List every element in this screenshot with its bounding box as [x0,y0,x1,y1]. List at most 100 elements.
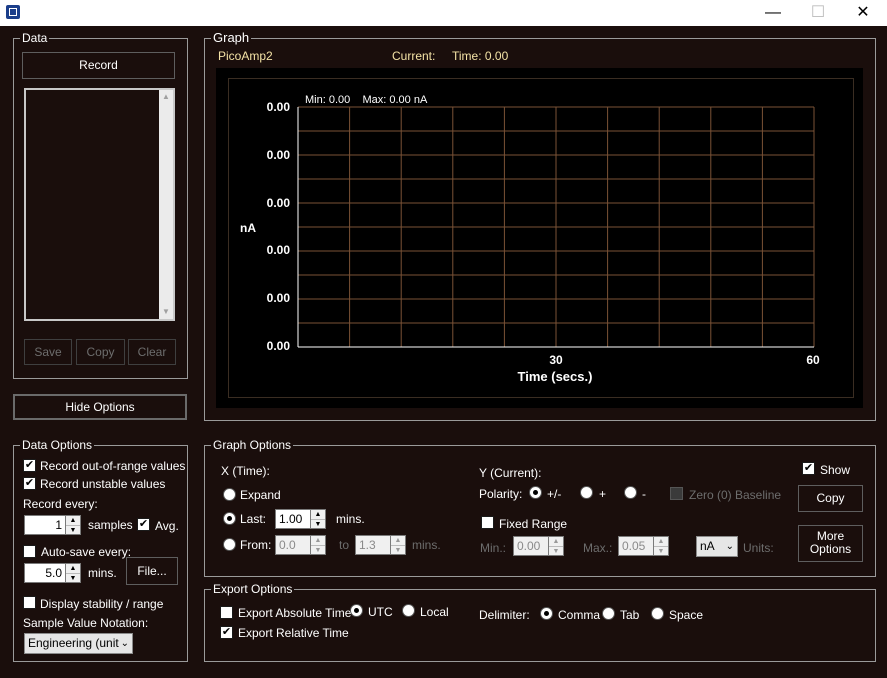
from-label: From: [240,538,272,552]
delimiter-space-radio[interactable] [651,607,664,620]
up-arrow-icon[interactable]: ▲ [311,510,325,519]
delimiter-comma-label: Comma [558,608,601,622]
export-options-title: Export Options [211,582,295,596]
graph-copy-button[interactable]: Copy [798,485,863,512]
graph-options-title: Graph Options [211,438,294,452]
notation-label: Sample Value Notation: [23,616,149,630]
from-mins-label: mins. [412,538,441,552]
export-absolute-label: Export Absolute Time [238,606,352,620]
record-every-input[interactable]: 1 [24,515,66,535]
down-arrow-icon[interactable]: ▼ [311,545,325,554]
polarity-both-label: +/- [547,487,562,501]
stability-checkbox[interactable] [23,596,36,609]
autosave-checkbox[interactable] [23,545,36,558]
local-label: Local [420,605,449,619]
down-arrow-icon[interactable]: ▼ [391,545,405,554]
data-options-title: Data Options [20,438,95,452]
units-select[interactable]: nA ⌄ [696,536,738,557]
zero-baseline-checkbox[interactable] [670,487,683,500]
autosave-input[interactable]: 5.0 [24,563,66,583]
polarity-positive-radio[interactable] [580,486,593,499]
max-stepper[interactable]: ▲ ▼ [653,536,669,556]
last-stepper[interactable]: ▲ ▼ [310,509,326,529]
fixed-range-label: Fixed Range [499,517,568,531]
last-input[interactable]: 1.00 [275,509,311,529]
last-label: Last: [240,512,267,526]
min-input[interactable]: 0.00 [513,536,549,556]
autosave-label: Auto-save every: [41,545,132,559]
polarity-negative-label: - [642,487,646,501]
units-label: Units: [743,541,774,555]
unstable-label: Record unstable values [40,477,166,491]
down-arrow-icon[interactable]: ▼ [549,546,563,555]
to-stepper[interactable]: ▲ ▼ [390,535,406,555]
expand-label: Expand [240,488,281,502]
max-label: Max.: [583,541,613,555]
utc-label: UTC [368,605,393,619]
export-relative-label: Export Relative Time [238,626,349,640]
export-absolute-checkbox[interactable] [220,606,233,619]
max-input[interactable]: 0.05 [618,536,654,556]
record-every-stepper[interactable]: ▲ ▼ [65,515,81,535]
y-current-header: Y (Current): [479,466,542,480]
from-input[interactable]: 0.0 [275,535,311,555]
app-window: — ☐ ✕ Data Record ▲ ▼ Save Copy Clear Hi… [0,0,887,678]
polarity-label: Polarity: [479,487,523,501]
to-label: to [339,538,350,552]
export-relative-checkbox[interactable]: ✔ [220,626,233,639]
up-arrow-icon[interactable]: ▲ [66,564,80,573]
down-arrow-icon[interactable]: ▼ [654,546,668,555]
notation-select[interactable]: Engineering (units ⌄ [24,633,133,654]
out-of-range-checkbox[interactable]: ✔ [23,459,36,472]
y-tick-label: 0.00 [266,196,290,210]
more-options-line2: Options [809,542,852,556]
out-of-range-label: Record out-of-range values [40,459,186,473]
last-radio[interactable] [223,512,236,525]
y-tick-label: 0.00 [266,243,290,257]
x-tick-label: 60 [806,353,820,367]
avg-checkbox[interactable]: ✔ [137,518,150,531]
down-arrow-icon[interactable]: ▼ [311,519,325,528]
polarity-positive-label: + [599,487,607,501]
utc-radio[interactable] [350,604,363,617]
up-arrow-icon[interactable]: ▲ [66,516,80,525]
unstable-checkbox[interactable]: ✔ [23,477,36,490]
units-value: nA [700,539,715,553]
x-time-header: X (Time): [221,464,270,478]
file-button[interactable]: File... [126,557,178,585]
down-arrow-icon[interactable]: ▼ [66,525,80,534]
up-arrow-icon[interactable]: ▲ [549,537,563,546]
chevron-down-icon: ⌄ [725,541,734,552]
delimiter-tab-radio[interactable] [602,607,615,620]
polarity-negative-radio[interactable] [624,486,637,499]
plot-grid [297,106,815,348]
y-axis-unit: nA [240,221,256,235]
stability-label: Display stability / range [40,597,164,611]
delimiter-tab-label: Tab [620,608,640,622]
more-options-button[interactable]: More Options [798,525,863,562]
x-tick-label: 30 [549,353,563,367]
show-checkbox[interactable]: ✔ [802,462,815,475]
delimiter-comma-radio[interactable] [540,607,553,620]
autosave-stepper[interactable]: ▲ ▼ [65,563,81,583]
y-tick-label: 0.00 [266,100,290,114]
expand-radio[interactable] [223,488,236,501]
down-arrow-icon[interactable]: ▼ [66,573,80,582]
delimiter-space-label: Space [669,608,704,622]
local-radio[interactable] [402,604,415,617]
polarity-both-radio[interactable] [529,486,542,499]
zero-baseline-label: Zero (0) Baseline [689,488,782,502]
y-tick-label: 0.00 [266,148,290,162]
min-stepper[interactable]: ▲ ▼ [548,536,564,556]
from-stepper[interactable]: ▲ ▼ [310,535,326,555]
to-input[interactable]: 1.3 [355,535,391,555]
up-arrow-icon[interactable]: ▲ [654,537,668,546]
chevron-down-icon: ⌄ [118,634,129,653]
from-radio[interactable] [223,538,236,551]
y-tick-label: 0.00 [266,339,290,353]
up-arrow-icon[interactable]: ▲ [311,536,325,545]
min-label: Min.: [480,541,507,555]
fixed-range-checkbox[interactable] [481,516,494,529]
y-tick-label: 0.00 [266,291,290,305]
up-arrow-icon[interactable]: ▲ [391,536,405,545]
